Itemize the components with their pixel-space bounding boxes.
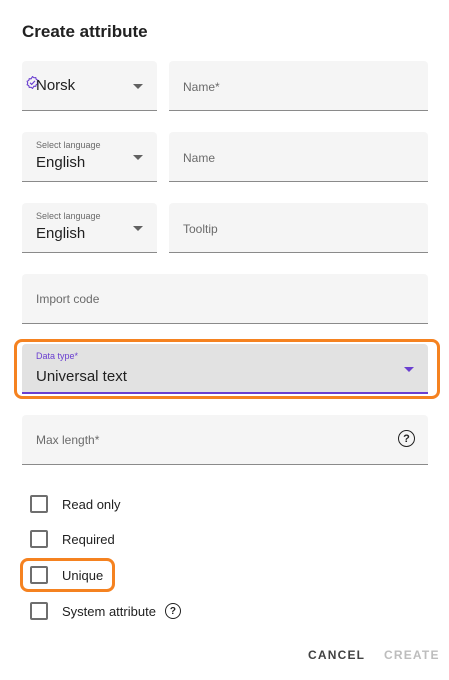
data-type-label: Data type* [36, 351, 79, 361]
required-checkbox[interactable] [30, 530, 48, 548]
chevron-down-icon [133, 84, 143, 89]
max-length-input[interactable]: Max length* ? [22, 415, 428, 465]
data-type-value: Universal text [36, 368, 127, 385]
language-select-2[interactable]: Select language English [22, 132, 157, 182]
dialog-title: Create attribute [22, 22, 148, 41]
required-label: Required [62, 531, 115, 547]
data-type-select[interactable]: Data type* Universal text [22, 344, 428, 394]
system-attribute-checkbox[interactable] [30, 602, 48, 620]
name-required-placeholder: Name* [183, 80, 220, 94]
language-select-label: Select language [36, 140, 101, 150]
language-select-1[interactable]: Norsk [22, 61, 157, 111]
system-attribute-label: System attribute [62, 603, 156, 619]
cancel-button[interactable]: CANCEL [308, 648, 365, 662]
required-checkbox-row[interactable]: Required [30, 529, 115, 549]
import-code-input[interactable]: Import code [22, 274, 428, 324]
language-value: English [36, 154, 86, 171]
name-input[interactable]: Name [169, 132, 428, 182]
chevron-down-icon [133, 155, 143, 160]
language-value: Norsk [36, 77, 76, 94]
read-only-checkbox[interactable] [30, 495, 48, 513]
create-attribute-dialog: Create attribute Norsk Name* Select lang… [0, 0, 449, 680]
read-only-checkbox-row[interactable]: Read only [30, 494, 121, 514]
read-only-label: Read only [62, 496, 121, 512]
language-value: English [36, 225, 86, 242]
help-icon[interactable]: ? [398, 430, 415, 447]
tooltip-input[interactable]: Tooltip [169, 203, 428, 253]
chevron-down-icon [404, 367, 414, 372]
create-button[interactable]: CREATE [384, 648, 440, 662]
chevron-down-icon [133, 226, 143, 231]
max-length-placeholder: Max length* [36, 433, 100, 447]
system-attribute-checkbox-row[interactable]: System attribute ? [30, 601, 181, 621]
name-placeholder: Name [183, 151, 216, 165]
unique-label: Unique [62, 567, 104, 583]
import-code-placeholder: Import code [36, 292, 100, 306]
name-required-input[interactable]: Name* [169, 61, 428, 111]
unique-checkbox-row[interactable]: Unique [30, 565, 103, 585]
language-select-3[interactable]: Select language English [22, 203, 157, 253]
tooltip-placeholder: Tooltip [183, 222, 218, 236]
help-icon[interactable]: ? [164, 603, 181, 619]
unique-checkbox[interactable] [30, 566, 48, 584]
language-select-label: Select language [36, 211, 101, 221]
